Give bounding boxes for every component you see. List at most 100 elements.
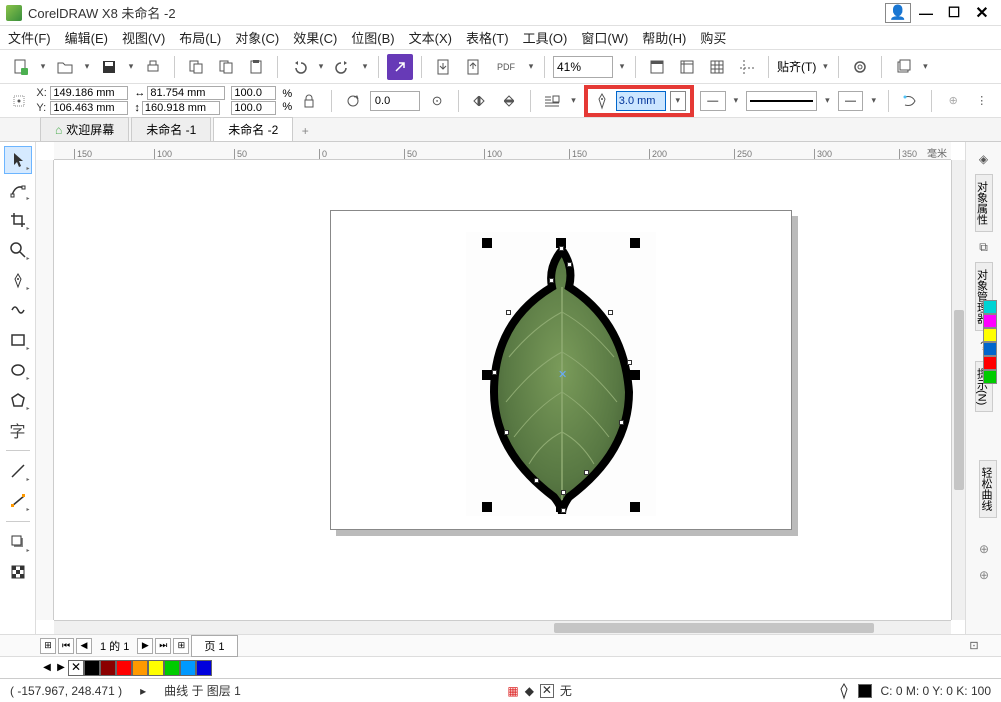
prev-page[interactable]: ◀ [76,638,92,654]
canvas-viewport[interactable]: ✕ [54,160,951,620]
zoom-dropdown[interactable]: ▾ [617,61,627,72]
node[interactable] [492,370,497,375]
y-input[interactable] [50,101,128,115]
selection-center[interactable]: ✕ [558,368,567,381]
palette-swatch[interactable] [983,314,997,328]
scrollbar-horizontal[interactable] [54,620,951,634]
menu-file[interactable]: 文件(F) [8,28,51,47]
palette-swatch[interactable] [983,356,997,370]
polygon-tool[interactable]: ▸ [4,386,32,414]
end-arrow-select[interactable]: — [838,91,864,111]
canvas-area[interactable]: 150 100 50 0 50 100 150 200 250 300 350 … [36,142,965,634]
cut-button[interactable] [183,54,209,80]
dock-layers-icon[interactable]: ⧉ [973,236,995,258]
palette-swatch[interactable] [983,370,997,384]
palette-swatch[interactable] [983,328,997,342]
node[interactable] [559,246,564,251]
ellipse-tool[interactable]: ▸ [4,356,32,384]
rulers-button[interactable] [674,54,700,80]
scrollbar-vertical[interactable] [951,160,965,620]
color-swatch[interactable] [132,660,148,676]
pdf-dropdown[interactable]: ▾ [526,61,536,72]
open-button[interactable] [52,54,78,80]
node[interactable] [549,278,554,283]
menu-effects[interactable]: 效果(C) [293,28,337,47]
ruler-vertical[interactable] [36,160,54,620]
fullscreen-button[interactable] [644,54,670,80]
scale-y-input[interactable] [231,101,276,115]
node[interactable] [504,430,509,435]
node[interactable] [627,360,632,365]
search-button[interactable] [387,54,413,80]
menu-tools[interactable]: 工具(O) [523,28,568,47]
height-input[interactable] [142,101,220,115]
mirror-h-button[interactable] [469,88,491,114]
pdf-button[interactable]: PDF [490,54,522,80]
dock-easy-trace[interactable]: 轻松曲线 [979,460,997,518]
color-swatch[interactable] [180,660,196,676]
zoom-input[interactable] [553,56,613,78]
more-button[interactable]: ⋮ [971,88,993,114]
color-swatch[interactable] [148,660,164,676]
width-input[interactable] [147,86,225,100]
guidelines-button[interactable] [734,54,760,80]
selection-handle-mr[interactable] [630,370,640,380]
status-arrow[interactable]: ▸ [140,684,146,698]
rectangle-tool[interactable]: ▸ [4,326,32,354]
new-button[interactable] [8,54,34,80]
close-curve-button[interactable] [899,88,921,114]
selection-handle-tr[interactable] [630,238,640,248]
menu-bitmap[interactable]: 位图(B) [351,28,394,47]
pick-tool[interactable]: ▸ [4,146,32,174]
maximize-button[interactable]: ☐ [941,3,967,23]
first-page[interactable]: ⏮ [58,638,74,654]
import-button[interactable] [430,54,456,80]
connector-tool[interactable]: ▸ [4,457,32,485]
minimize-button[interactable]: — [913,3,939,23]
outline-width-dropdown[interactable]: ▾ [670,91,686,111]
zoom-tool[interactable]: ▸ [4,236,32,264]
drop-shadow-tool[interactable]: ▸ [4,528,32,556]
scroll-thumb-v[interactable] [954,310,964,490]
nav-expand-button[interactable]: ⊡ [963,635,985,657]
selection-handle-tl[interactable] [482,238,492,248]
paste-button[interactable] [243,54,269,80]
options-button[interactable] [847,54,873,80]
selection-handle-ml[interactable] [482,370,492,380]
node[interactable] [619,420,624,425]
crop-tool[interactable]: ▸ [4,206,32,234]
menu-edit[interactable]: 编辑(E) [65,28,108,47]
color-swatch[interactable] [116,660,132,676]
outline-color-swatch[interactable] [858,684,872,698]
freehand-tool[interactable]: ▸ [4,266,32,294]
save-dropdown[interactable]: ▾ [126,61,136,72]
transparency-tool[interactable] [4,558,32,586]
no-color-swatch[interactable]: ✕ [68,660,84,676]
start-arrow-dropdown[interactable]: ▾ [732,95,741,106]
menu-help[interactable]: 帮助(H) [642,28,686,47]
launch-button[interactable] [890,54,916,80]
node[interactable] [506,310,511,315]
dimension-tool[interactable]: ▸ [4,487,32,515]
menu-layout[interactable]: 布局(L) [179,28,221,47]
palette-next[interactable]: ▶ [54,660,68,676]
text-tool[interactable]: 字 [4,416,32,444]
undo-dropdown[interactable]: ▾ [316,61,326,72]
x-input[interactable] [50,86,128,100]
node[interactable] [584,470,589,475]
fill-icon[interactable]: ▦ [507,684,518,698]
node[interactable] [608,310,613,315]
start-arrow-select[interactable]: — [700,91,726,111]
menu-view[interactable]: 视图(V) [122,28,165,47]
dock-object-properties[interactable]: 对象属性 [975,174,993,232]
close-button[interactable]: ✕ [969,3,995,23]
color-swatch[interactable] [100,660,116,676]
rotation-input[interactable] [370,91,420,111]
selection-handle-bl[interactable] [482,502,492,512]
redo-button[interactable] [330,54,356,80]
menu-buy[interactable]: 购买 [700,28,726,47]
color-swatch[interactable] [164,660,180,676]
snap-dropdown[interactable]: ▾ [820,61,830,72]
menu-text[interactable]: 文本(X) [409,28,452,47]
palette-swatch[interactable] [983,342,997,356]
